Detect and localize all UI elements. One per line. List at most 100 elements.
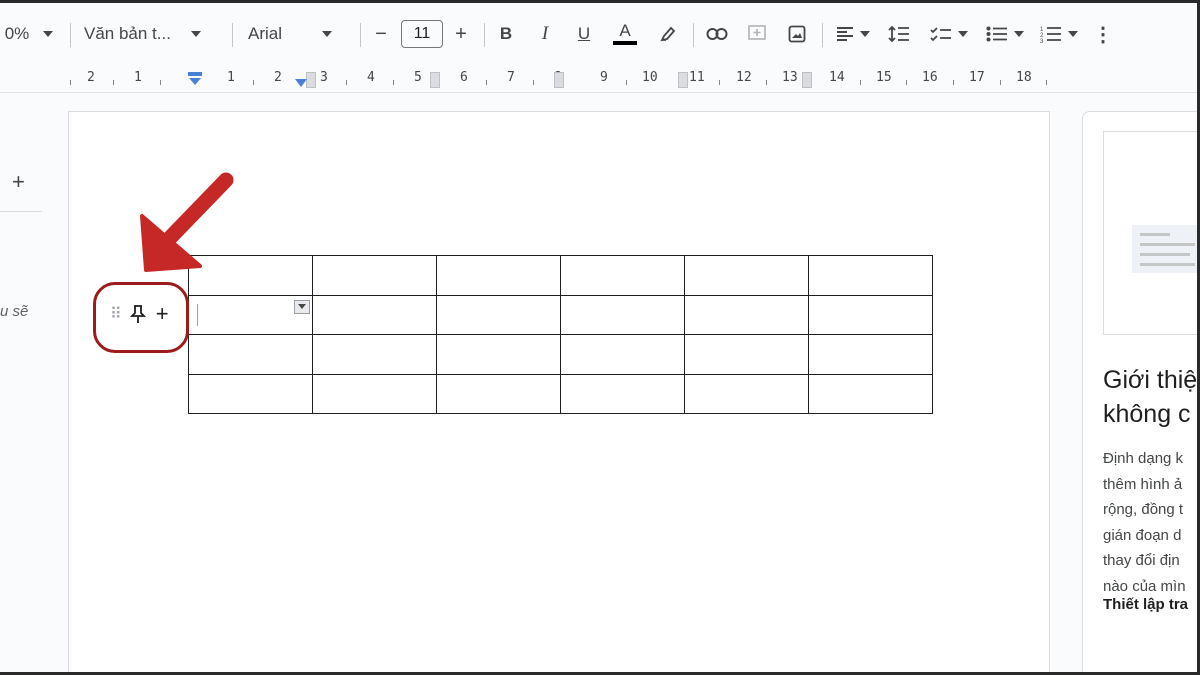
ruler-tick xyxy=(346,80,347,85)
toolbar: 0% Văn bản t... Arial − 11 + B I U A 1 2… xyxy=(0,13,1197,55)
ruler-tick xyxy=(626,80,627,85)
underline-icon: U xyxy=(577,24,591,43)
column-marker[interactable] xyxy=(678,72,688,88)
table-cell[interactable] xyxy=(312,294,437,335)
column-marker[interactable] xyxy=(802,72,812,88)
highlight-button[interactable] xyxy=(656,13,680,55)
thumbnail-line xyxy=(1140,253,1190,256)
increase-font-size-button[interactable]: + xyxy=(450,13,472,55)
table-cell[interactable] xyxy=(560,255,685,296)
right-indent-marker-icon[interactable] xyxy=(293,77,309,89)
ruler-number: 10 xyxy=(642,70,658,85)
table-row xyxy=(188,334,933,375)
more-options-button[interactable]: ⋮ xyxy=(1092,13,1114,55)
table-cell[interactable] xyxy=(560,334,685,375)
comment-icon xyxy=(748,25,766,40)
cell-menu-button[interactable] xyxy=(294,299,310,314)
underline-button[interactable]: U xyxy=(573,13,595,55)
ruler-number: 1 xyxy=(134,70,142,85)
ruler-number: 16 xyxy=(922,70,938,85)
italic-button[interactable]: I xyxy=(534,13,556,55)
chevron-down-icon xyxy=(190,31,201,37)
text-color-button[interactable]: A xyxy=(612,13,638,55)
panel-description: Định dạng k thêm hình ả rộng, đồng t giá… xyxy=(1103,446,1186,599)
ruler-tick xyxy=(533,80,534,85)
table-cell[interactable] xyxy=(188,373,313,414)
line-spacing-button[interactable] xyxy=(886,13,912,55)
table-cell[interactable] xyxy=(808,373,933,414)
sidebar-outline-text: u sẽ xyxy=(0,303,29,320)
table-cell[interactable] xyxy=(684,334,809,375)
table-cell[interactable] xyxy=(808,334,933,375)
ruler-tick xyxy=(160,80,161,85)
table-cell[interactable] xyxy=(808,255,933,296)
zoom-value: 0% xyxy=(4,24,30,43)
divider xyxy=(693,23,694,47)
panel-text-line: thêm hình ả xyxy=(1103,475,1183,493)
insert-image-button[interactable] xyxy=(785,13,809,55)
thumbnail-line xyxy=(1140,233,1170,236)
ruler-tick xyxy=(906,80,907,85)
ruler[interactable]: 2 1 1 2 3 4 5 6 7 8 9 10 11 12 13 14 15 … xyxy=(0,63,1197,93)
more-vert-icon: ⋮ xyxy=(1093,23,1113,46)
table-cell[interactable] xyxy=(684,294,809,335)
table-row xyxy=(188,255,933,296)
indent-marker-icon[interactable] xyxy=(187,71,203,89)
column-marker[interactable] xyxy=(554,72,564,88)
ruler-number: 3 xyxy=(320,70,328,85)
table-cell[interactable] xyxy=(560,294,685,335)
ruler-number: 14 xyxy=(829,70,845,85)
numbered-list-button[interactable]: 123 xyxy=(1036,13,1082,55)
add-tab-button[interactable]: + xyxy=(12,169,25,195)
document-table[interactable] xyxy=(188,255,933,414)
chevron-down-icon xyxy=(322,31,333,37)
table-cell[interactable] xyxy=(684,255,809,296)
table-cell[interactable] xyxy=(188,334,313,375)
font-select[interactable]: Arial xyxy=(248,13,346,55)
decrease-font-size-button[interactable]: − xyxy=(370,13,392,55)
table-cell[interactable] xyxy=(808,294,933,335)
ruler-number: 2 xyxy=(274,70,282,85)
thumbnail-line xyxy=(1140,243,1195,246)
numbered-list-icon: 123 xyxy=(1040,27,1061,43)
plus-icon: + xyxy=(455,22,467,45)
add-comment-button[interactable] xyxy=(745,13,769,55)
table-cell-active[interactable] xyxy=(188,294,313,335)
ruler-tick xyxy=(393,80,394,85)
zoom-select[interactable]: 0% xyxy=(0,13,58,55)
style-select[interactable]: Văn bản t... xyxy=(84,13,218,55)
bold-button[interactable]: B xyxy=(495,13,517,55)
table-cell[interactable] xyxy=(312,334,437,375)
table-cell[interactable] xyxy=(436,373,561,414)
table-row xyxy=(188,373,933,414)
table-cell[interactable] xyxy=(312,373,437,414)
table-cell[interactable] xyxy=(684,373,809,414)
panel-text-line: thay đổi địn xyxy=(1103,552,1180,569)
table-cell[interactable] xyxy=(436,255,561,296)
checklist-icon xyxy=(930,27,951,42)
ruler-tick xyxy=(719,80,720,85)
ruler-tick xyxy=(860,80,861,85)
align-button[interactable] xyxy=(833,13,873,55)
svg-text:3: 3 xyxy=(1040,39,1044,43)
bulleted-list-button[interactable] xyxy=(982,13,1028,55)
insert-link-button[interactable] xyxy=(704,13,730,55)
table-cell[interactable] xyxy=(312,255,437,296)
ruler-number: 9 xyxy=(600,70,608,85)
checklist-button[interactable] xyxy=(926,13,972,55)
panel-setup-link[interactable]: Thiết lập tra xyxy=(1103,596,1188,613)
annotation-arrow-icon xyxy=(140,172,234,272)
ruler-number: 7 xyxy=(507,70,515,85)
ruler-tick xyxy=(1000,80,1001,85)
column-marker[interactable] xyxy=(430,72,440,88)
table-cell[interactable] xyxy=(436,294,561,335)
table-cell[interactable] xyxy=(436,334,561,375)
panel-title: Giới thiệ không c xyxy=(1103,363,1197,431)
italic-icon: I xyxy=(541,23,549,44)
ruler-number: 17 xyxy=(969,70,985,85)
table-cell[interactable] xyxy=(560,373,685,414)
line-spacing-icon xyxy=(888,25,909,43)
ruler-number: 1 xyxy=(227,70,235,85)
font-size-input[interactable]: 11 xyxy=(401,13,443,55)
minus-icon: − xyxy=(375,22,387,45)
